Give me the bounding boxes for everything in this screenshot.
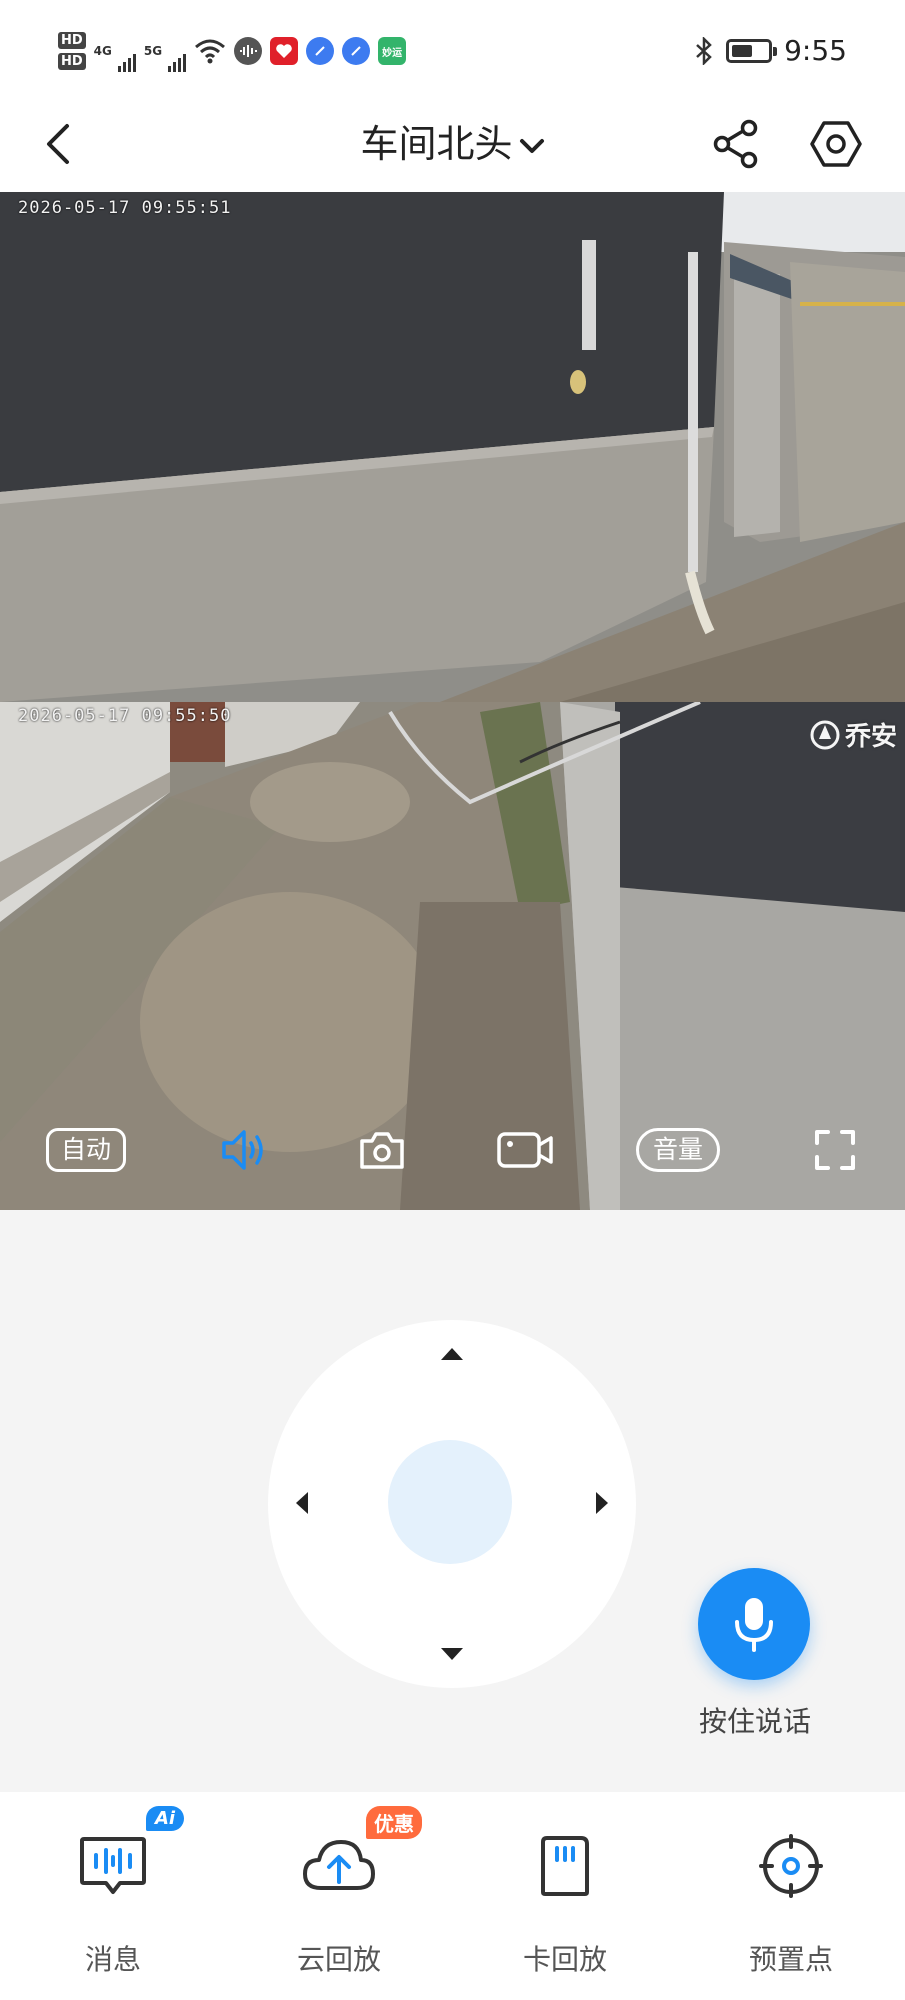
speaker-toggle[interactable] <box>210 1115 280 1185</box>
signal-bars-icon <box>117 54 136 72</box>
tab-cloud-playback[interactable]: 优惠 云回放 <box>226 1792 452 2000</box>
network-type-label: 4G <box>93 44 112 58</box>
fullscreen-icon <box>815 1130 855 1170</box>
ptz-control-area: 按住说话 <box>0 1210 905 1792</box>
hd-badge-2: HD <box>58 53 86 70</box>
pan-right-arrow-icon[interactable] <box>596 1492 608 1514</box>
app-badge-icon: 妙运 <box>378 37 407 65</box>
tab-preset-points[interactable]: 预置点 <box>678 1792 904 2000</box>
video-record-icon <box>497 1132 553 1168</box>
joystick-center[interactable] <box>388 1440 512 1564</box>
volume-button[interactable]: 音量 <box>632 1115 724 1185</box>
hd-indicator: HD HD <box>58 32 86 70</box>
bottom-tab-bar: Ai 消息 优惠 云回放 卡回放 预置点 <box>0 1792 905 2000</box>
network-type-label: 5G <box>143 44 163 58</box>
voice-app-icon <box>234 37 263 65</box>
fullscreen-button[interactable] <box>808 1115 862 1185</box>
heart-app-icon <box>270 37 299 65</box>
status-bar: HD HD 4G 5G 妙运 9:55 <box>0 0 905 100</box>
tab-messages[interactable]: Ai 消息 <box>0 1792 226 2000</box>
page-title: 车间北头 <box>360 122 513 166</box>
browser-app-icon-2 <box>342 37 371 65</box>
bluetooth-icon <box>696 36 712 65</box>
tab-label: 卡回放 <box>522 1943 607 1976</box>
tab-card-playback[interactable]: 卡回放 <box>452 1792 678 2000</box>
status-bar-left: HD HD 4G 5G 妙运 <box>58 32 407 72</box>
pan-left-arrow-icon[interactable] <box>296 1492 308 1514</box>
share-icon <box>713 119 758 169</box>
pan-down-arrow-icon[interactable] <box>441 1648 463 1660</box>
message-icon <box>75 1830 151 1902</box>
wifi-icon <box>195 39 226 64</box>
ai-badge: Ai <box>146 1806 185 1831</box>
sd-card-icon <box>527 1830 603 1902</box>
share-button[interactable] <box>708 114 764 174</box>
clock-time: 9:55 <box>784 34 847 67</box>
pan-up-arrow-icon[interactable] <box>441 1348 463 1360</box>
camera-image-1 <box>0 192 905 702</box>
playback-controls: 自动 音量 <box>0 1115 905 1185</box>
brand-watermark: 乔安 <box>809 716 897 753</box>
push-to-talk-label: 按住说话 <box>698 1705 811 1738</box>
settings-button[interactable] <box>806 114 866 174</box>
brand-logo-icon <box>810 720 840 749</box>
device-selector[interactable]: 车间北头 <box>0 116 905 172</box>
brand-watermark-text: 乔安 <box>844 722 897 752</box>
ptz-joystick[interactable] <box>268 1320 636 1688</box>
volume-label: 音量 <box>635 1128 720 1172</box>
target-icon <box>753 1830 829 1902</box>
feed-timestamp: 2026-05-17 09:55:51 <box>18 198 232 218</box>
speaker-icon <box>222 1130 263 1170</box>
quality-auto-button[interactable]: 自动 <box>40 1115 132 1185</box>
signal-4g: 4G <box>93 44 136 72</box>
signal-bars-icon <box>168 54 187 72</box>
snapshot-button[interactable] <box>350 1115 414 1185</box>
battery-icon <box>726 38 778 63</box>
gear-icon <box>810 121 862 167</box>
tab-label: 预置点 <box>748 1943 833 1976</box>
camera-feed-1[interactable]: 2026-05-17 09:55:51 <box>0 192 905 702</box>
camera-icon <box>360 1132 404 1169</box>
feed-timestamp: 2026-05-17 09:55:50 <box>18 706 232 726</box>
record-button[interactable] <box>490 1115 560 1185</box>
quality-auto-label: 自动 <box>45 1128 126 1172</box>
chevron-down-icon <box>519 138 544 153</box>
microphone-icon <box>735 1598 773 1652</box>
browser-app-icon <box>306 37 335 65</box>
status-bar-right: 9:55 <box>694 34 847 67</box>
tab-label: 云回放 <box>296 1943 381 1976</box>
signal-5g: 5G <box>143 44 187 72</box>
push-to-talk-button[interactable] <box>698 1568 810 1680</box>
tab-label: 消息 <box>84 1943 141 1976</box>
promo-badge: 优惠 <box>366 1806 422 1839</box>
hd-badge-1: HD <box>58 32 86 49</box>
cloud-upload-icon <box>301 1830 377 1902</box>
top-nav-bar: 车间北头 <box>0 100 905 192</box>
